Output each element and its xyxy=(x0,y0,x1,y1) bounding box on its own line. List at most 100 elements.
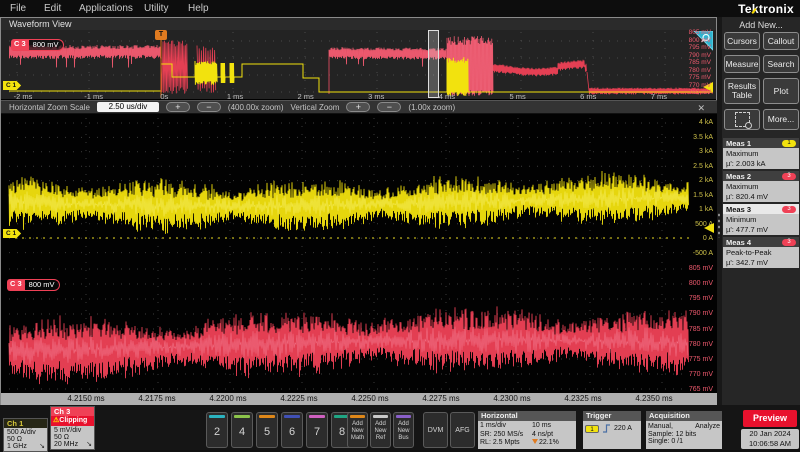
tab-waveform-view[interactable]: Waveform View xyxy=(9,19,72,29)
measurement-header[interactable]: Meas 2 3 xyxy=(723,171,799,181)
measurement-source-badge: 1 xyxy=(782,140,796,147)
channel-color-stripe xyxy=(259,415,275,418)
hzoom-plus-button[interactable]: + xyxy=(166,102,190,112)
menu-applications[interactable]: Applications xyxy=(79,3,133,14)
add-new-header: Add New... xyxy=(722,20,800,30)
channel-number: 4 xyxy=(232,426,252,438)
measurement-source-badge: 3 xyxy=(782,239,796,246)
callout-button[interactable]: Callout xyxy=(763,32,799,50)
measurement-header[interactable]: Meas 4 3 xyxy=(723,237,799,247)
channel-number: 5 xyxy=(257,426,277,438)
divider-grip-handle[interactable] xyxy=(717,212,721,238)
search-button[interactable]: Search xyxy=(763,55,799,73)
main-waveform-canvas[interactable] xyxy=(1,114,717,393)
add-new-label: Add New Ref xyxy=(371,421,390,442)
main-ch1-level-arrow[interactable] xyxy=(704,223,714,233)
measurement-source-badge: 3 xyxy=(782,173,796,180)
measurement-title: Meas 4 xyxy=(726,238,751,247)
measurement-title: Meas 3 xyxy=(726,205,751,214)
main-ch3-label[interactable]: C 3 800 mV xyxy=(7,279,60,291)
add-new-color-stripe xyxy=(396,415,411,418)
zoom-box-button[interactable] xyxy=(724,109,760,130)
measurement-value: µ': 477.7 mV xyxy=(726,225,796,235)
menu-bar: File Edit Applications Utility Help Tekt… xyxy=(0,0,800,17)
trigger-settings: 1 220 A xyxy=(583,421,641,449)
trigger-title: Trigger xyxy=(583,411,641,421)
datetime-display[interactable]: 20 Jan 2024 10:06:58 AM xyxy=(741,429,799,449)
channel-button[interactable]: 2 xyxy=(206,412,228,448)
measurement-tile[interactable]: Meas 4 3 Peak-to-Peak µ': 342.7 mV xyxy=(723,237,799,268)
vzoom-plus-button[interactable]: + xyxy=(346,102,370,112)
overview-ch3-level-arrow[interactable] xyxy=(703,82,713,92)
add-new-button[interactable]: Add New Bus xyxy=(393,412,414,448)
channel-button[interactable]: 4 xyxy=(231,412,253,448)
measurement-header[interactable]: Meas 3 3 xyxy=(723,204,799,214)
menu-help[interactable]: Help xyxy=(188,3,209,14)
channel-number: 7 xyxy=(307,426,327,438)
zoom-close-icon[interactable]: ✕ xyxy=(697,103,705,114)
time-tick: 4.2325 ms xyxy=(558,393,608,405)
horizontal-settings: 1 ms/div10 ms SR: 250 MS/s4 ns/pt RL: 2.… xyxy=(478,421,576,449)
menu-edit[interactable]: Edit xyxy=(44,3,61,14)
add-new-button[interactable]: Add New Math xyxy=(347,412,368,448)
ch3-badge[interactable]: Ch 3 ⚠Clipping 5 mV/div 50 Ω 20 MHz ↘ xyxy=(50,406,95,450)
horizontal-panel[interactable]: Horizontal 1 ms/div10 ms SR: 250 MS/s4 n… xyxy=(478,411,576,449)
time-tick: 4.2175 ms xyxy=(132,393,182,405)
date-value: 20 Jan 2024 xyxy=(741,429,799,439)
channel-color-stripe xyxy=(284,415,300,418)
horizontal-zoom-value[interactable]: 2.50 us/div xyxy=(97,102,159,112)
overview-ch3-label[interactable]: C 3 800 mV xyxy=(11,39,64,51)
overview-zoom-icon[interactable] xyxy=(693,31,713,51)
measure-button[interactable]: Measure xyxy=(724,55,760,73)
channel-button[interactable]: 6 xyxy=(281,412,303,448)
time-tick: 4.2200 ms xyxy=(203,393,253,405)
time-tick: 4.2275 ms xyxy=(416,393,466,405)
results-table-button[interactable]: Results Table xyxy=(724,78,760,104)
preview-button[interactable]: Preview xyxy=(743,410,797,427)
hzoom-minus-button[interactable]: − xyxy=(197,102,221,112)
measurement-body: Peak-to-Peak µ': 342.7 mV xyxy=(723,247,799,268)
waveform-view-panel: Waveform View T C 3 800 mV C 1 805 mV800… xyxy=(0,17,717,405)
more-button[interactable]: More... xyxy=(763,109,799,130)
channel-button-row: 2 4 5 6 7 8 xyxy=(206,412,353,448)
measurement-value: µ': 820.4 mV xyxy=(726,192,796,202)
measurement-stat: Peak-to-Peak xyxy=(726,248,796,258)
add-new-button[interactable]: Add New Ref xyxy=(370,412,391,448)
measurement-tile[interactable]: Meas 3 3 Minimum µ': 477.7 mV xyxy=(723,204,799,235)
cursors-button[interactable]: Cursors xyxy=(724,32,760,50)
measurement-tile[interactable]: Meas 1 1 Maximum µ': 2.003 kA xyxy=(723,138,799,169)
bottom-status-bar: Ch 1 500 A/div 50 Ω 1 GHz ↘ Ch 3 ⚠Clippi… xyxy=(0,405,800,450)
trigger-source-badge: 1 xyxy=(585,425,599,433)
zoom-scale-bar: Horizontal Zoom Scale 2.50 us/div + − (4… xyxy=(1,100,717,114)
acquisition-panel[interactable]: Acquisition Manual,Analyze Sample: 12 bi… xyxy=(646,411,722,449)
overview-waveform-canvas[interactable] xyxy=(9,30,713,98)
measurement-stat: Minimum xyxy=(726,215,796,225)
add-new-row: Add New Math Add New Ref Add New Bus xyxy=(347,412,414,448)
afg-button[interactable]: AFG xyxy=(450,412,475,448)
ch1-badge[interactable]: Ch 1 500 A/div 50 Ω 1 GHz ↘ xyxy=(3,418,48,452)
measurement-stat: Maximum xyxy=(726,182,796,192)
vzoom-minus-button[interactable]: − xyxy=(377,102,401,112)
zoom-selection-window[interactable] xyxy=(428,30,439,98)
menu-file[interactable]: File xyxy=(10,3,26,14)
ch1-expand-icon: ↘ xyxy=(39,443,45,450)
time-value: 10:06:58 AM xyxy=(741,439,799,449)
measurement-source-badge: 3 xyxy=(782,206,796,213)
channel-button[interactable]: 5 xyxy=(256,412,278,448)
channel-button[interactable]: 7 xyxy=(306,412,328,448)
horizontal-zoom-label: Horizontal Zoom Scale xyxy=(9,103,90,112)
dvm-button[interactable]: DVM xyxy=(423,412,448,448)
trigger-flag[interactable]: T xyxy=(155,30,167,40)
ch3-clipping-warning: ⚠Clipping xyxy=(51,416,94,426)
menu-utility[interactable]: Utility xyxy=(144,3,168,14)
measurement-header[interactable]: Meas 1 1 xyxy=(723,138,799,148)
vzoom-factor: (1.00x zoom) xyxy=(408,103,455,112)
measurement-tile[interactable]: Meas 2 3 Maximum µ': 820.4 mV xyxy=(723,171,799,202)
channel-number: 2 xyxy=(207,426,227,438)
trigger-panel[interactable]: Trigger 1 220 A xyxy=(583,411,641,449)
plot-button[interactable]: Plot xyxy=(763,78,799,104)
main-waveform-view[interactable]: 4 kA3.5 kA3 kA2.5 kA2 kA1.5 kA1 kA500 A0… xyxy=(1,114,717,393)
measurement-stat: Maximum xyxy=(726,149,796,159)
ch3-expand-icon: ↘ xyxy=(86,441,92,448)
time-tick: 4.2150 ms xyxy=(61,393,111,405)
